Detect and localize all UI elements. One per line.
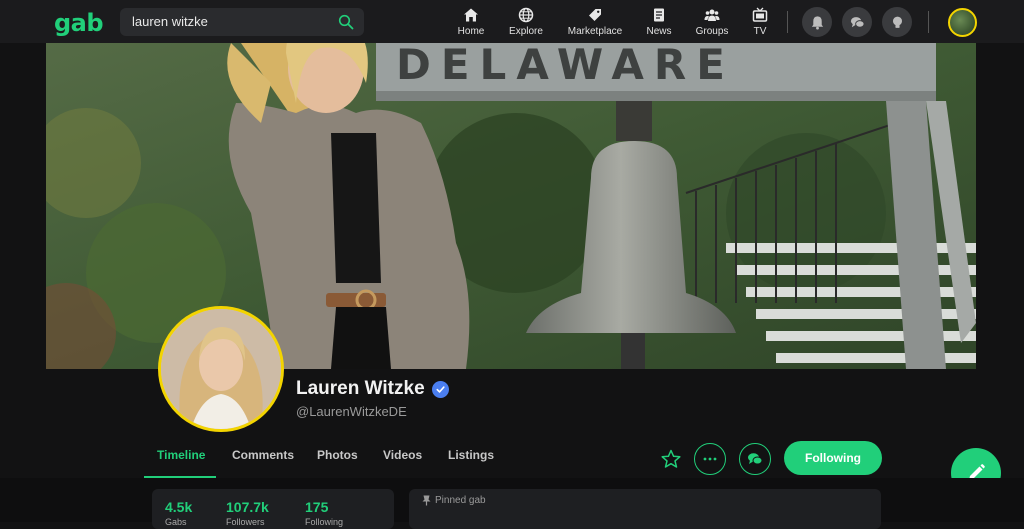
news-icon <box>654 8 664 21</box>
stat-gabs-label: Gabs <box>165 517 187 527</box>
globe-icon <box>518 7 534 22</box>
stat-followers-label: Followers <box>226 517 265 527</box>
stat-following-label: Following <box>305 517 344 527</box>
more-options-button[interactable] <box>694 443 726 475</box>
verified-badge-icon <box>431 380 449 398</box>
tab-listings[interactable]: Listings <box>448 448 494 462</box>
divider <box>928 11 929 33</box>
nav-news-label: News <box>646 25 672 37</box>
lightbulb-icon <box>892 16 902 28</box>
chat-button[interactable] <box>842 7 872 37</box>
stat-gabs-value[interactable]: 4.5k <box>165 499 192 515</box>
nav-marketplace-label: Marketplace <box>567 25 623 37</box>
nav-explore[interactable]: Explore <box>506 0 546 43</box>
search-icon[interactable] <box>338 14 354 30</box>
profile-avatar[interactable] <box>158 306 284 432</box>
search-input[interactable]: lauren witzke <box>132 14 208 29</box>
pinned-gab-card: Pinned gab <box>409 489 881 529</box>
profile-handle: @LaurenWitzkeDE <box>296 404 407 419</box>
profile-name: Lauren Witzke <box>296 378 449 400</box>
notifications-button[interactable] <box>802 7 832 37</box>
top-navigation-bar: gab lauren witzke Home Explore Marketpla… <box>0 0 1024 43</box>
gab-logo[interactable]: gab <box>54 9 104 37</box>
bell-icon <box>811 15 823 30</box>
stat-followers-value[interactable]: 107.7k <box>226 499 269 515</box>
home-icon <box>464 8 478 21</box>
nav-tv[interactable]: TV <box>748 0 772 43</box>
nav-news[interactable]: News <box>644 0 674 43</box>
nav-tv-label: TV <box>753 25 767 37</box>
nav-home-label: Home <box>457 25 485 37</box>
light-mode-button[interactable] <box>882 7 912 37</box>
tab-videos[interactable]: Videos <box>383 448 422 462</box>
nav-groups[interactable]: Groups <box>694 0 730 43</box>
ellipsis-icon <box>703 457 717 461</box>
nav-explore-label: Explore <box>509 25 543 37</box>
stat-following-value[interactable]: 175 <box>305 499 328 515</box>
following-button[interactable]: Following <box>784 441 882 475</box>
profile-avatar-image <box>161 309 281 429</box>
banner-sign-text: DELAWARE <box>396 43 735 89</box>
nav-home[interactable]: Home <box>456 0 486 43</box>
pin-icon <box>422 495 431 506</box>
chat-icon <box>748 453 763 465</box>
pinned-label: Pinned gab <box>435 495 486 506</box>
stats-card: 4.5k Gabs 107.7k Followers 175 Following <box>152 489 394 529</box>
message-button[interactable] <box>739 443 771 475</box>
nav-marketplace[interactable]: Marketplace <box>565 0 625 43</box>
tab-photos[interactable]: Photos <box>317 448 358 462</box>
star-icon[interactable] <box>660 449 682 469</box>
groups-icon <box>704 9 720 21</box>
tab-timeline[interactable]: Timeline <box>157 448 205 462</box>
tag-icon <box>589 8 601 21</box>
chat-icon <box>850 16 865 28</box>
current-user-avatar[interactable] <box>948 8 977 37</box>
tv-icon <box>752 7 768 22</box>
profile-name-text: Lauren Witzke <box>296 378 425 399</box>
tab-comments[interactable]: Comments <box>232 448 294 462</box>
nav-groups-label: Groups <box>695 25 729 37</box>
search-box[interactable]: lauren witzke <box>120 8 364 36</box>
divider <box>787 11 788 33</box>
